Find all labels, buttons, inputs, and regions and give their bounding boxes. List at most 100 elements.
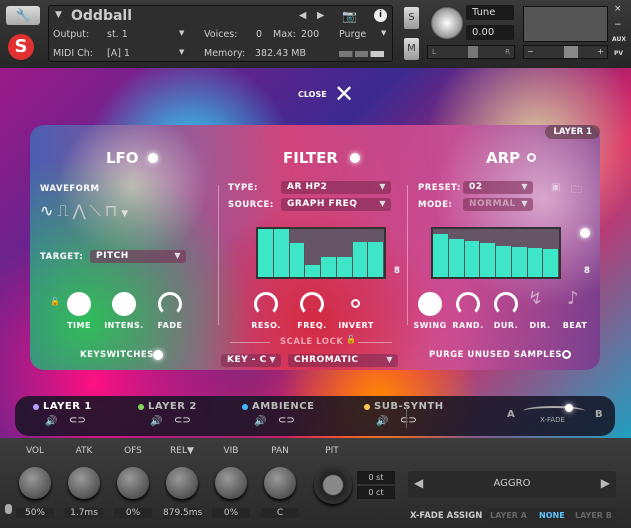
pan-handle[interactable]: [468, 46, 478, 58]
scale-dropdown[interactable]: CHROMATIC ▼: [288, 354, 398, 367]
volume-plus[interactable]: +: [597, 47, 604, 56]
direction-icon[interactable]: ↯: [528, 288, 543, 309]
time-knob[interactable]: [67, 292, 91, 316]
speaker-icon[interactable]: 🔊: [376, 416, 388, 427]
control-label[interactable]: REL▼: [157, 446, 207, 456]
arp-preset-dropdown[interactable]: 02 ▼: [463, 181, 533, 194]
target-dropdown[interactable]: PITCH ▼: [90, 250, 186, 263]
xfade-handle[interactable]: [565, 404, 573, 412]
purge-dropdown-icon[interactable]: ▼: [381, 29, 386, 37]
resize-handle[interactable]: [5, 504, 12, 514]
speaker-icon[interactable]: 🔊: [150, 416, 162, 427]
layer-tab[interactable]: SUB-SYNTH 🔊 ⊂⊃: [364, 400, 474, 432]
filter-type-dropdown[interactable]: AR HP2 ▼: [281, 181, 391, 194]
layer-tab[interactable]: LAYER 2 🔊 ⊂⊃: [138, 400, 248, 432]
waveform-dropdown-icon[interactable]: ▼: [121, 209, 132, 219]
volume-handle[interactable]: [564, 46, 578, 58]
preset-name[interactable]: AGGRO: [408, 478, 616, 489]
sine-wave-icon[interactable]: ∿: [40, 201, 57, 220]
frequency-knob[interactable]: [300, 292, 324, 316]
control-knob[interactable]: [264, 467, 296, 499]
arp-graph-toggle[interactable]: [580, 228, 590, 238]
triangle-wave-icon[interactable]: ⋀: [73, 201, 90, 220]
xfade-option-none[interactable]: NONE: [539, 511, 565, 520]
random-knob[interactable]: [456, 292, 480, 316]
info-icon[interactable]: i: [374, 9, 387, 22]
filter-step-bar[interactable]: [368, 241, 384, 277]
random-wave-icon[interactable]: ⊓: [105, 201, 121, 220]
swing-knob[interactable]: [418, 292, 442, 316]
close-instrument-button[interactable]: ×: [614, 4, 622, 14]
pitch-semitones[interactable]: 0 st: [357, 471, 395, 484]
control-knob[interactable]: [117, 467, 149, 499]
invert-toggle[interactable]: [351, 299, 360, 308]
pv-button[interactable]: PV: [614, 50, 623, 57]
control-value[interactable]: 1.7ms: [65, 508, 103, 518]
control-value[interactable]: 879.5ms: [163, 508, 202, 518]
lfo-toggle[interactable]: [148, 153, 158, 163]
layer-tab[interactable]: LAYER 1 🔊 ⊂⊃: [33, 400, 143, 432]
volume-minus[interactable]: −: [527, 47, 534, 56]
folder-icon[interactable]: 🗀: [571, 181, 582, 200]
control-knob[interactable]: [68, 467, 100, 499]
xfade-option-layer-b[interactable]: LAYER B: [575, 511, 612, 520]
layer-tab[interactable]: AMBIENCE 🔊 ⊂⊃: [242, 400, 352, 432]
solo-button[interactable]: S: [404, 7, 419, 29]
duration-knob[interactable]: [494, 292, 518, 316]
unlink-icon[interactable]: ⊂⊃: [278, 415, 295, 426]
link-icon[interactable]: ⊂⊃: [174, 415, 191, 426]
arp-step-bar[interactable]: [448, 238, 465, 277]
mute-button[interactable]: M: [404, 38, 419, 60]
filter-step-bar[interactable]: [305, 265, 321, 277]
next-preset-icon[interactable]: ▶: [601, 476, 610, 490]
arp-step-bar[interactable]: [480, 243, 496, 277]
arp-step-bar[interactable]: [543, 248, 559, 277]
purge-unused-toggle[interactable]: [562, 350, 571, 359]
arp-mode-dropdown[interactable]: NORMAL ▼: [463, 198, 533, 211]
save-icon[interactable]: ▣: [551, 182, 560, 193]
filter-step-bar[interactable]: [289, 243, 306, 277]
speaker-icon[interactable]: 🔊: [254, 416, 266, 427]
arp-step-bar[interactable]: [464, 240, 481, 277]
aux-button[interactable]: AUX: [612, 36, 626, 43]
waveform-selector[interactable]: ∿⎍⋀⟍⊓▼: [40, 201, 132, 221]
control-knob[interactable]: [166, 467, 198, 499]
volume-slider[interactable]: − +: [523, 45, 608, 59]
minimize-button[interactable]: −: [614, 20, 622, 30]
arp-step-graph[interactable]: [431, 227, 561, 279]
control-value[interactable]: C: [261, 508, 299, 518]
filter-source-dropdown[interactable]: GRAPH FREQ ▼: [281, 198, 391, 211]
filter-step-bar[interactable]: [273, 229, 290, 277]
close-icon[interactable]: ✕: [334, 80, 354, 108]
unlink-icon[interactable]: ⊂⊃: [69, 415, 86, 426]
filter-step-bar[interactable]: [258, 229, 274, 277]
arp-step-bar[interactable]: [496, 245, 512, 277]
filter-step-bar[interactable]: [321, 256, 337, 277]
pitch-knob[interactable]: [314, 466, 352, 504]
filter-step-bar[interactable]: [352, 241, 369, 277]
arp-step-bar[interactable]: [527, 247, 544, 277]
tune-knob[interactable]: [430, 6, 464, 40]
midi-select[interactable]: [A] 1: [107, 48, 130, 59]
keyswitches-toggle[interactable]: [153, 350, 163, 360]
collapse-icon[interactable]: ▼: [55, 10, 62, 20]
intensity-knob[interactable]: [112, 292, 136, 316]
arp-step-bar[interactable]: [511, 246, 528, 277]
resonance-knob[interactable]: [254, 292, 278, 316]
speaker-icon[interactable]: 🔊: [45, 416, 57, 427]
filter-toggle[interactable]: [350, 153, 360, 163]
filter-step-graph[interactable]: [256, 227, 386, 279]
next-instrument-icon[interactable]: ▶: [317, 10, 324, 21]
max-voices[interactable]: 200: [301, 29, 319, 40]
prev-instrument-icon[interactable]: ◀: [299, 10, 306, 21]
xfade-slider[interactable]: [523, 406, 585, 416]
fade-knob[interactable]: [158, 292, 182, 316]
filter-steps-count[interactable]: 8: [394, 266, 400, 276]
camera-icon[interactable]: 📷: [342, 9, 357, 23]
control-value[interactable]: 50%: [16, 508, 54, 518]
tune-value[interactable]: 0.00: [466, 25, 514, 40]
saw-wave-icon[interactable]: ⟍: [90, 201, 105, 220]
control-value[interactable]: 0%: [114, 508, 152, 518]
midi-dropdown-icon[interactable]: ▼: [179, 48, 184, 56]
arp-toggle[interactable]: [527, 153, 536, 162]
